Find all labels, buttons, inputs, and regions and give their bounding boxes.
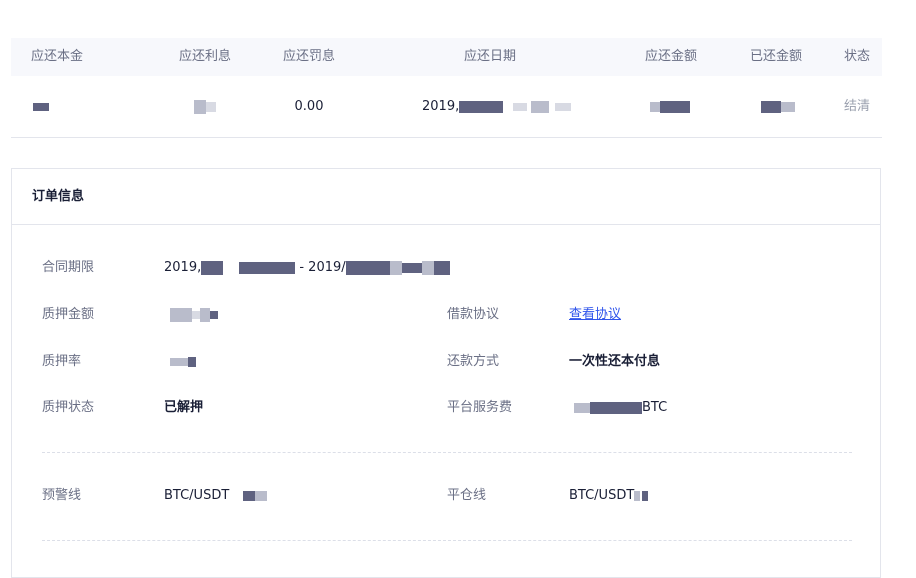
platform-fee-label: 平台服务费: [447, 400, 513, 415]
panel-header: 订单信息: [12, 169, 880, 225]
panel-title: 订单信息: [32, 189, 85, 204]
cell-amount-due-redacted: [650, 76, 690, 137]
table-row: 0.00 2019, 结清: [11, 76, 882, 138]
header-due-date: 应还日期: [463, 49, 517, 64]
cell-principal-redacted: [33, 76, 49, 137]
liquidation-line-label: 平仓线: [447, 488, 487, 503]
pledge-status-label: 质押状态: [42, 400, 95, 415]
pledge-amount-redacted: [170, 306, 218, 324]
pledge-rate-label: 质押率: [42, 354, 82, 369]
header-principal: 应还本金: [31, 49, 84, 64]
contract-period-separator: - 2019/: [299, 260, 346, 275]
loan-agreement-label: 借款协议: [447, 307, 500, 322]
header-amount-due: 应还金额: [644, 49, 698, 64]
contract-period-start-prefix: 2019,: [164, 260, 202, 275]
warning-line-label: 预警线: [42, 488, 82, 503]
header-amount-paid: 已还金额: [749, 49, 803, 64]
cell-due-date-prefix: 2019,: [422, 99, 460, 114]
liquidation-line-pair: BTC/USDT: [569, 488, 635, 503]
pledge-amount-label: 质押金额: [42, 307, 95, 322]
table-header-row: 应还本金 应还利息 应还罚息 应还日期 应还金额 已还金额 状态: [11, 38, 882, 76]
warning-line-pair: BTC/USDT: [164, 488, 230, 503]
platform-fee-unit: BTC: [642, 400, 668, 415]
contract-period-value: 2019, - 2019/: [164, 259, 450, 277]
cell-status: 结清: [843, 99, 870, 114]
header-penalty: 应还罚息: [282, 49, 336, 64]
platform-fee-value: BTC: [574, 399, 667, 417]
repayment-method-value: 一次性还本付息: [569, 354, 661, 369]
section-divider-bottom: [42, 540, 852, 541]
header-status: 状态: [843, 49, 870, 64]
liquidation-line-value: BTC/USDT: [569, 487, 649, 505]
repayment-table: 应还本金 应还利息 应还罚息 应还日期 应还金额 已还金额 状态 0.00 20…: [11, 38, 882, 138]
warning-line-value: BTC/USDT: [164, 487, 268, 505]
cell-penalty: 0.00: [294, 99, 324, 114]
header-interest: 应还利息: [178, 49, 232, 64]
cell-amount-paid-redacted: [761, 76, 795, 137]
section-divider: [42, 452, 852, 453]
pledge-status-value: 已解押: [164, 400, 204, 415]
contract-period-label: 合同期限: [42, 260, 95, 275]
pledge-rate-redacted: [170, 353, 196, 371]
cell-due-date: 2019,: [422, 76, 572, 137]
cell-interest-redacted: [194, 76, 216, 137]
order-info-panel: 订单信息 合同期限 2019, - 2019/ 质押金额 借款协议 查看协议 质…: [11, 168, 881, 578]
repayment-method-label: 还款方式: [447, 354, 500, 369]
view-agreement-link[interactable]: 查看协议: [569, 306, 621, 324]
